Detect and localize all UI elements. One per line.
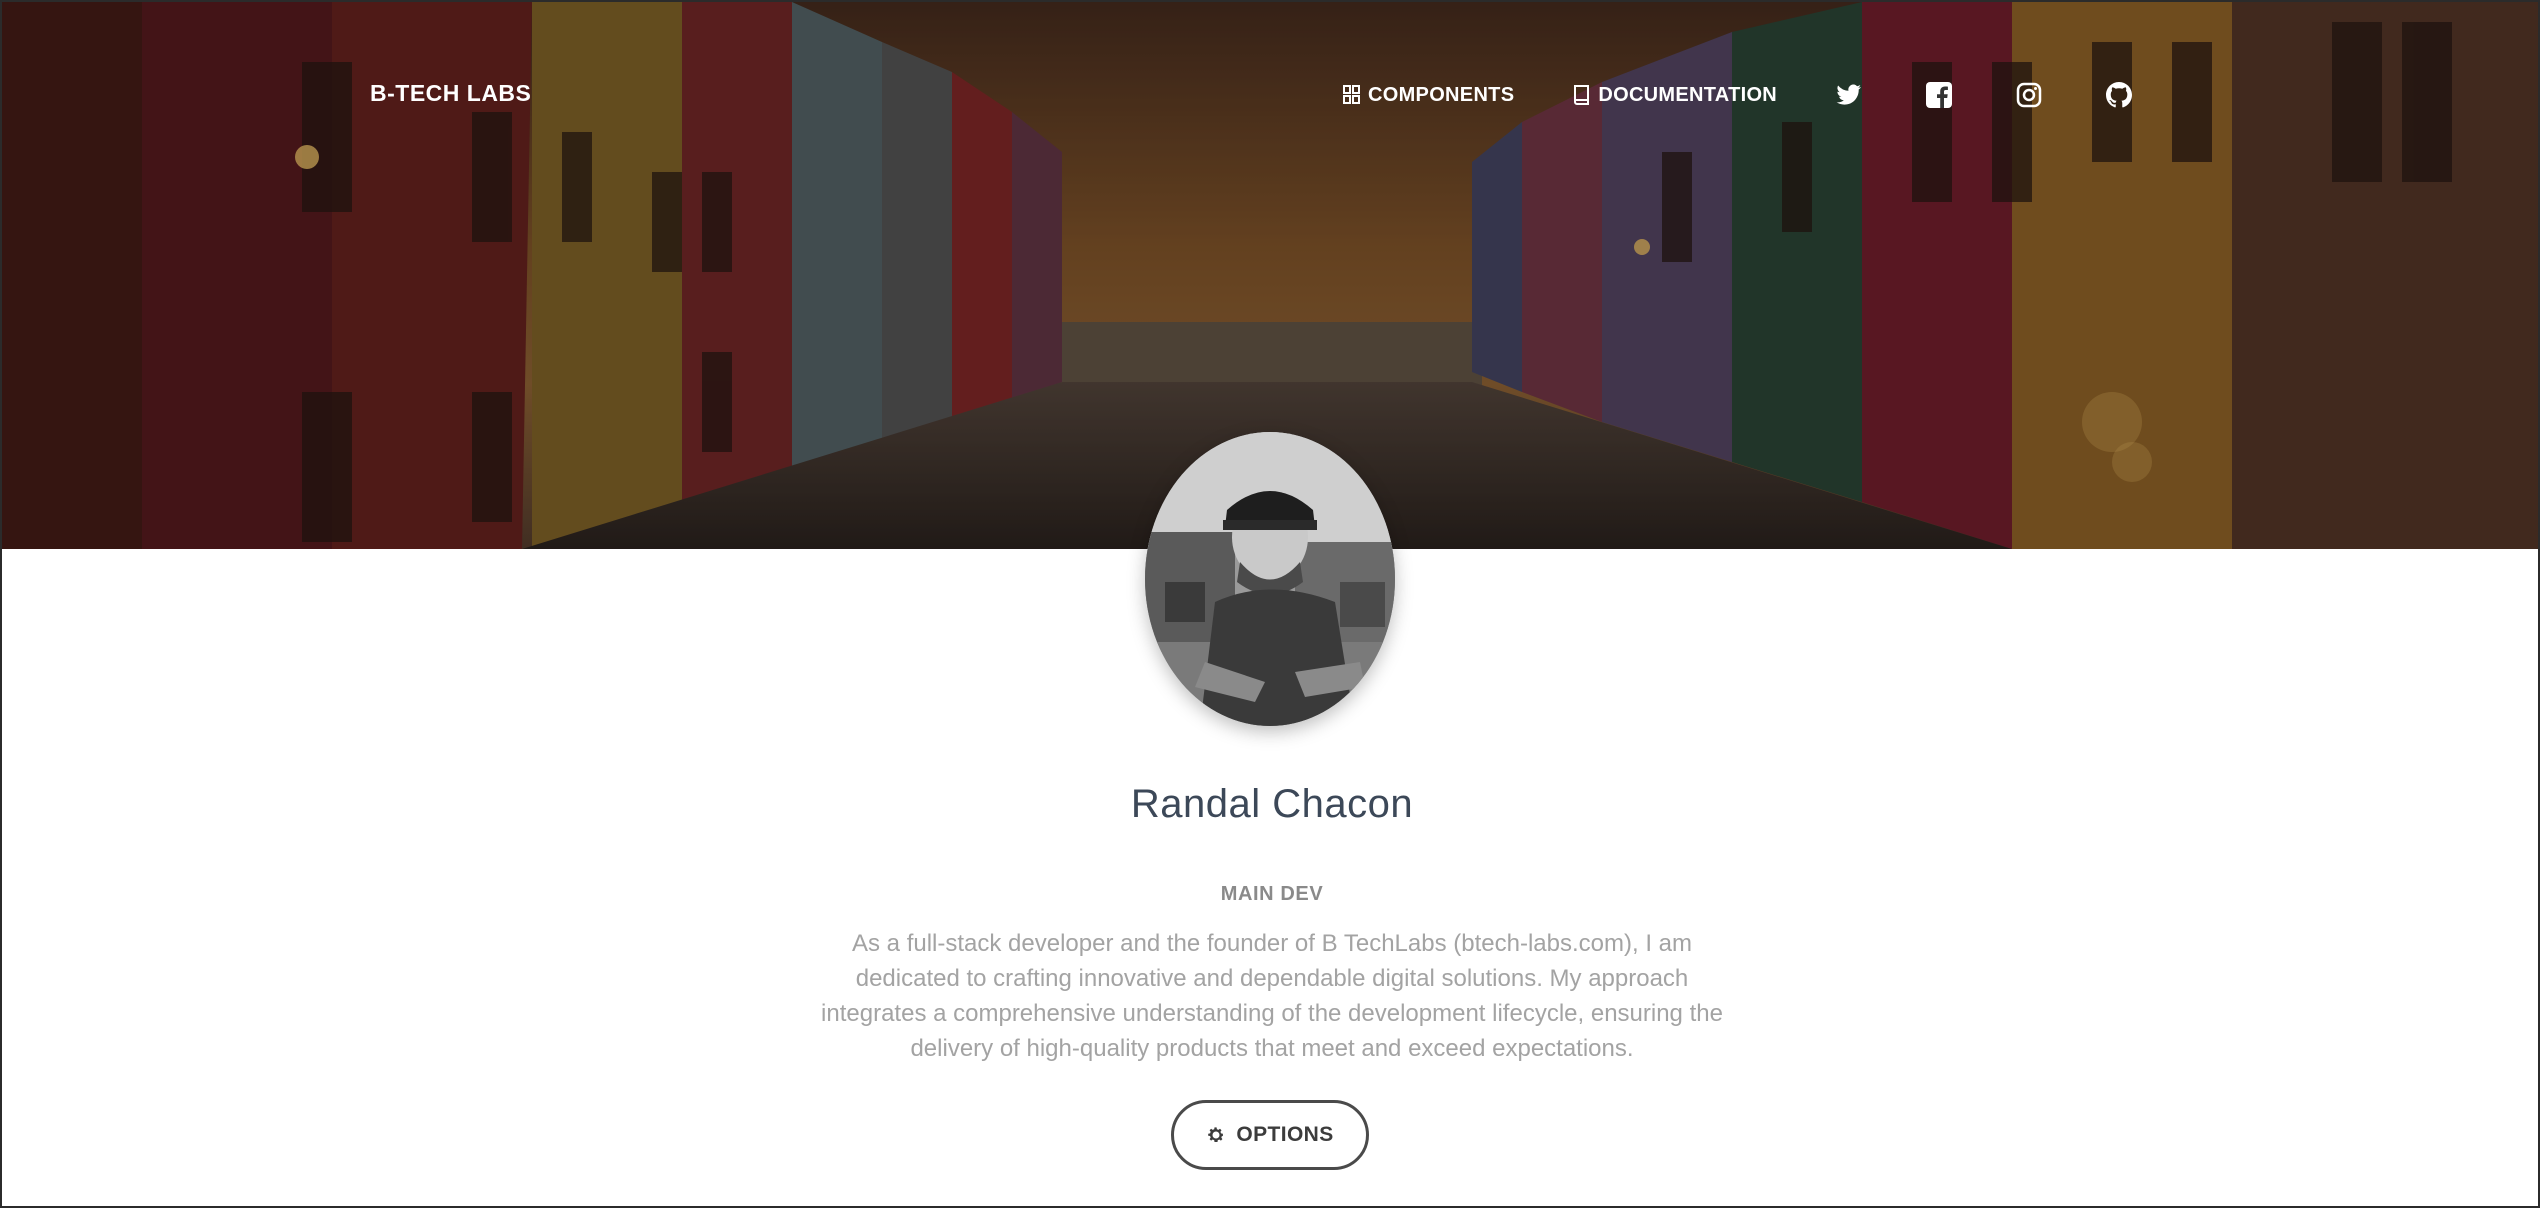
twitter-icon (1836, 84, 1862, 105)
profile-role: MAIN DEV (1220, 883, 1324, 905)
nav-components-label: COMPONENTS (1368, 83, 1515, 106)
profile-avatar (1145, 432, 1395, 726)
github-icon (2106, 82, 2133, 108)
page: B-TECH LABS COMPONENTS DOCUMENTATION Ran… (0, 0, 2540, 1208)
grid-icon (1343, 85, 1360, 104)
github-link[interactable] (2105, 81, 2133, 109)
top-navigation: COMPONENTS DOCUMENTATION (1342, 78, 2195, 112)
instagram-icon (2016, 82, 2042, 108)
nav-documentation-link[interactable]: DOCUMENTATION (1572, 84, 1777, 107)
twitter-link[interactable] (1835, 81, 1863, 109)
profile-bio: As a full-stack developer and the founde… (821, 930, 1723, 1062)
profile-name: Randal Chacon (1130, 782, 1414, 826)
facebook-link[interactable] (1925, 81, 1953, 109)
book-icon (1574, 85, 1590, 105)
avatar-photo (1145, 432, 1395, 726)
instagram-link[interactable] (2015, 81, 2043, 109)
nav-documentation-label: DOCUMENTATION (1598, 83, 1778, 106)
options-button[interactable]: OPTIONS (1171, 1100, 1369, 1170)
options-button-label: OPTIONS (1236, 1123, 1334, 1146)
gear-icon (1208, 1127, 1225, 1142)
facebook-icon (1926, 82, 1953, 108)
brand-logo[interactable]: B-TECH LABS (370, 80, 531, 107)
nav-components-link[interactable]: COMPONENTS (1342, 84, 1514, 107)
